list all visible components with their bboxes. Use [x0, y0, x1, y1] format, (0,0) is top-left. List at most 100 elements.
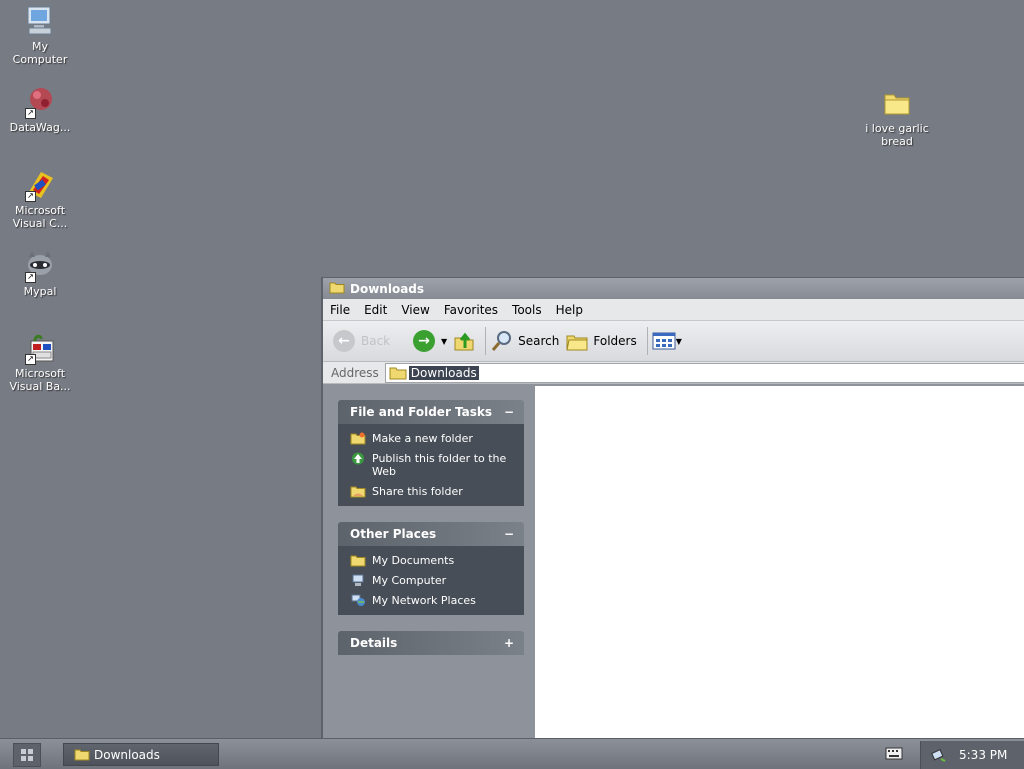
keyboard-icon[interactable]: [885, 747, 903, 763]
file-list-area[interactable]: [535, 386, 1024, 739]
desktop-icon-label: My: [31, 40, 48, 53]
task-share-folder[interactable]: Share this folder: [350, 485, 516, 498]
mypal-icon: ↗: [23, 249, 57, 283]
my-computer-icon: [23, 4, 57, 38]
menu-tools[interactable]: Tools: [505, 303, 549, 317]
datawag-icon: ↗: [23, 85, 57, 119]
desktop-icon-label: bread: [881, 135, 913, 148]
place-label: My Computer: [372, 574, 447, 587]
panel-title: Other Places: [350, 527, 437, 541]
menu-bar: File Edit View Favorites Tools Help: [323, 299, 1024, 321]
taskbar-button-downloads[interactable]: Downloads: [63, 743, 219, 766]
place-label: My Network Places: [372, 594, 476, 607]
desktop-icon-visual-c[interactable]: ↗ Microsoft Visual C...: [2, 168, 78, 230]
file-folder-tasks-panel: File and Folder Tasks − Make a new folde…: [338, 400, 524, 506]
search-label: Search: [518, 334, 560, 348]
shortcut-arrow-icon: ↗: [25, 272, 36, 283]
desktop-icon-label: Microsoft: [14, 367, 66, 380]
menu-favorites[interactable]: Favorites: [437, 303, 505, 317]
desktop-icon-label: Mypal: [23, 285, 57, 298]
folder-icon: [329, 281, 345, 297]
folders-label: Folders: [593, 334, 637, 348]
desktop-icon-my-computer[interactable]: My Computer: [2, 4, 78, 66]
share-folder-icon: [350, 486, 366, 498]
other-places-panel: Other Places − My Documents My Computer …: [338, 522, 524, 615]
place-my-computer[interactable]: My Computer: [350, 574, 516, 587]
visual-basic-icon: ↗: [23, 331, 57, 365]
toolbar: ← Back → ▼ Search Folders ▼: [323, 321, 1024, 362]
folder-icon: [74, 749, 90, 761]
back-button[interactable]: ← Back: [333, 330, 407, 352]
menu-view[interactable]: View: [394, 303, 436, 317]
address-bar: Address Downloads: [323, 362, 1024, 384]
expand-icon[interactable]: +: [504, 636, 514, 650]
taskbar-button-label: Downloads: [94, 747, 160, 762]
forward-button[interactable]: → ▼: [413, 330, 447, 352]
search-icon: [492, 331, 512, 351]
desktop-icon-mypal[interactable]: ↗ Mypal: [2, 249, 78, 298]
folder-icon: [389, 367, 407, 379]
menu-help[interactable]: Help: [549, 303, 590, 317]
file-folder-tasks-body: Make a new folder Publish this folder to…: [338, 424, 524, 506]
search-button[interactable]: Search: [490, 329, 559, 353]
toolbar-separator: [485, 327, 487, 355]
views-icon: [652, 332, 676, 350]
desktop-icon-label: Computer: [12, 53, 68, 66]
place-my-network-places[interactable]: My Network Places: [350, 594, 516, 607]
visual-c-icon: ↗: [23, 168, 57, 202]
back-label: Back: [361, 334, 391, 348]
forward-arrow-icon: →: [413, 330, 435, 352]
file-folder-tasks-header[interactable]: File and Folder Tasks −: [338, 400, 524, 424]
details-panel: Details +: [338, 631, 524, 655]
network-tray-icon[interactable]: [931, 747, 947, 763]
shortcut-arrow-icon: ↗: [25, 191, 36, 202]
task-make-new-folder[interactable]: Make a new folder: [350, 432, 516, 445]
task-pane: File and Folder Tasks − Make a new folde…: [323, 386, 535, 739]
desktop-icon-label: DataWag...: [9, 121, 71, 134]
collapse-icon[interactable]: −: [504, 405, 514, 419]
address-label: Address: [331, 365, 379, 380]
taskbar: Downloads 5:33 PM: [0, 738, 1024, 769]
collapse-icon[interactable]: −: [504, 527, 514, 541]
address-field[interactable]: Downloads: [384, 362, 1024, 383]
folders-button[interactable]: Folders: [565, 330, 637, 352]
other-places-header[interactable]: Other Places −: [338, 522, 524, 546]
up-folder-icon: [454, 332, 474, 351]
clock[interactable]: 5:33 PM: [959, 748, 1007, 762]
address-value: Downloads: [408, 365, 479, 380]
system-tray: 5:33 PM: [920, 741, 1024, 769]
panel-title: Details: [350, 636, 398, 650]
folders-icon: [566, 335, 588, 351]
task-label: Share this folder: [372, 485, 463, 498]
views-button[interactable]: ▼: [652, 331, 682, 351]
task-label: Make a new folder: [372, 432, 473, 445]
chevron-down-icon: ▼: [675, 336, 682, 346]
chevron-down-icon: ▼: [441, 336, 448, 346]
shortcut-arrow-icon: ↗: [25, 354, 36, 365]
desktop-icon-label: Visual C...: [12, 217, 68, 230]
start-button[interactable]: [13, 743, 41, 767]
window-titlebar[interactable]: Downloads: [323, 278, 1024, 299]
explorer-window[interactable]: Downloads File Edit View Favorites Tools…: [321, 277, 1024, 739]
desktop-icon-visual-basic[interactable]: ↗ Microsoft Visual Ba...: [2, 331, 78, 393]
desktop-icon-datawag[interactable]: ↗ DataWag...: [2, 85, 78, 134]
up-folder-button[interactable]: [453, 330, 475, 352]
network-places-icon: [351, 594, 365, 606]
details-header[interactable]: Details +: [338, 631, 524, 655]
place-label: My Documents: [372, 554, 455, 567]
menu-file[interactable]: File: [323, 303, 357, 317]
panel-title: File and Folder Tasks: [350, 405, 493, 419]
folder-icon: [880, 86, 914, 120]
toolbar-separator: [646, 327, 648, 355]
place-my-documents[interactable]: My Documents: [350, 554, 516, 567]
back-arrow-icon: ←: [333, 330, 355, 352]
menu-edit[interactable]: Edit: [357, 303, 394, 317]
other-places-body: My Documents My Computer My Network Plac…: [338, 546, 524, 615]
desktop-icon-label: Microsoft: [14, 204, 66, 217]
new-folder-icon: [350, 432, 366, 445]
shortcut-arrow-icon: ↗: [25, 108, 36, 119]
task-publish-to-web[interactable]: Publish this folder to the Web: [350, 452, 516, 478]
desktop-icon-garlic-bread-folder[interactable]: i love garlic bread: [859, 86, 935, 148]
start-grid-icon: [21, 749, 33, 761]
my-computer-icon: [352, 574, 364, 586]
